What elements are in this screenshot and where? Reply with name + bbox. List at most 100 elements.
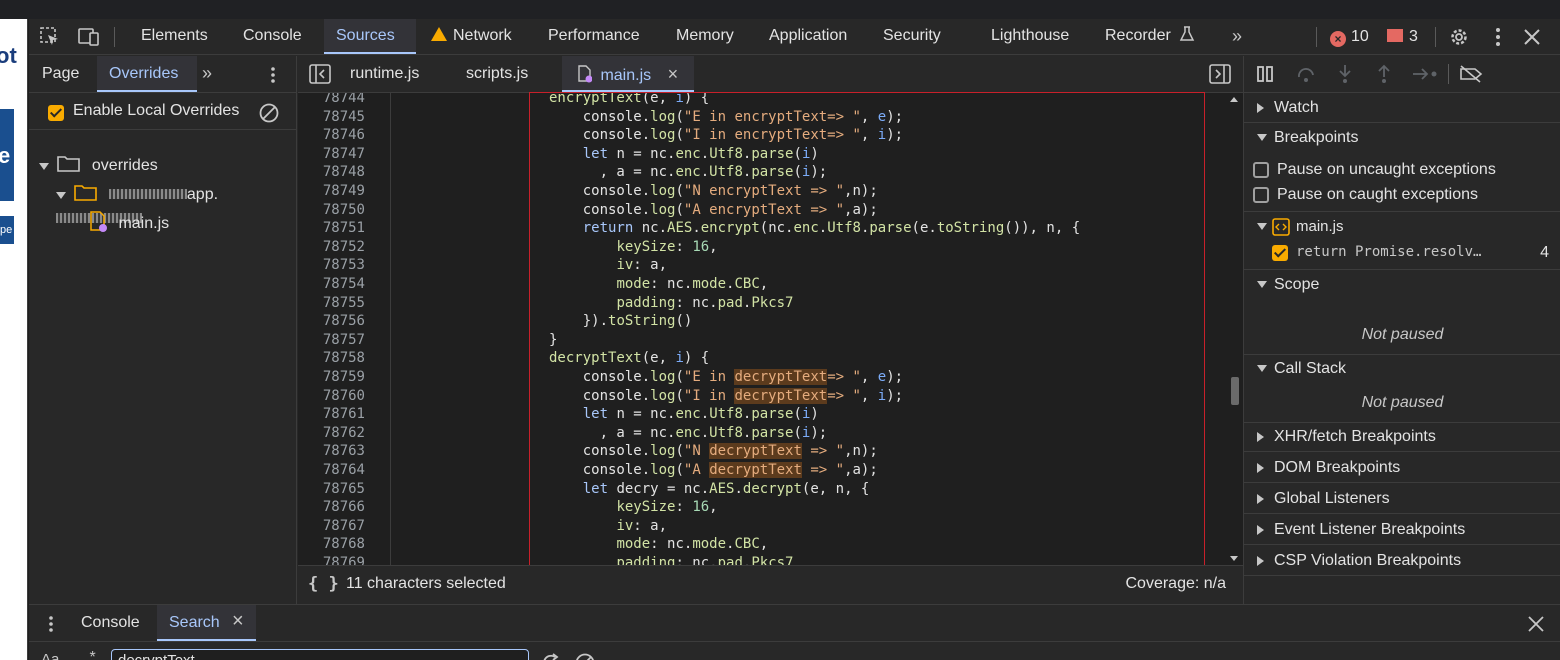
section-call-stack[interactable]: Call Stack (1244, 354, 1560, 384)
tab-page[interactable]: Page (30, 56, 91, 92)
line-number[interactable]: 78764 (298, 461, 365, 480)
line-number[interactable]: 78763 (298, 442, 365, 461)
device-toolbar-icon[interactable] (78, 26, 100, 48)
tab-lighthouse[interactable]: Lighthouse (979, 19, 1081, 54)
deactivate-breakpoints-icon[interactable] (1458, 64, 1484, 84)
line-number[interactable]: 78747 (298, 145, 365, 164)
navigator-menu-icon[interactable] (263, 65, 283, 85)
line-number[interactable]: 78765 (298, 480, 365, 499)
section-watch[interactable]: Watch (1244, 93, 1560, 123)
tab-application[interactable]: Application (757, 19, 859, 54)
match-case-toggle[interactable]: Aa (41, 651, 59, 660)
line-number[interactable]: 78745 (298, 108, 365, 127)
line-number[interactable]: 78748 (298, 163, 365, 182)
issues-counter[interactable]: 3 (1387, 19, 1418, 54)
toggle-debugger-icon[interactable] (1209, 64, 1231, 84)
line-number[interactable]: 78752 (298, 238, 365, 257)
line-number[interactable]: 78759 (298, 368, 365, 387)
step-out-icon[interactable] (1375, 64, 1393, 84)
drawer-tab-console[interactable]: Console (69, 605, 152, 641)
line-number[interactable]: 78768 (298, 535, 365, 554)
scroll-up-arrow-icon[interactable] (1230, 97, 1238, 102)
close-devtools-icon[interactable] (1521, 26, 1543, 48)
line-number[interactable]: 78758 (298, 349, 365, 368)
tab-elements[interactable]: Elements (129, 19, 220, 54)
tab-security[interactable]: Security (871, 19, 953, 54)
breakpoint-entry[interactable]: return Promise.resolv… 4 (1244, 240, 1560, 265)
breakpoint-file-row[interactable]: main.js (1244, 214, 1560, 239)
tree-item-overrides-folder[interactable]: overrides (39, 154, 158, 178)
section-breakpoints[interactable]: Breakpoints (1244, 123, 1560, 153)
tab-network[interactable]: Network (419, 19, 524, 54)
section-global-listeners[interactable]: Global Listeners (1244, 484, 1560, 514)
search-input[interactable]: decryptText (111, 649, 529, 660)
close-search-tab-icon[interactable]: × (232, 610, 244, 633)
close-drawer-icon[interactable] (1527, 615, 1545, 633)
more-tabs-chevron-icon[interactable]: » (1232, 19, 1242, 54)
step-into-icon[interactable] (1336, 64, 1354, 84)
kebab-menu-icon[interactable] (1487, 26, 1509, 48)
line-number[interactable]: 78766 (298, 498, 365, 517)
clear-overrides-icon[interactable] (258, 102, 280, 124)
expand-triangle-icon (1257, 223, 1267, 230)
tree-item-main-js[interactable]: main.js (89, 211, 169, 235)
section-event-label: Event Listener Breakpoints (1274, 521, 1466, 538)
line-number[interactable]: 78749 (298, 182, 365, 201)
tab-sources[interactable]: Sources (324, 19, 416, 54)
line-number[interactable]: 78746 (298, 126, 365, 145)
more-navigator-tabs-icon[interactable]: » (190, 56, 224, 92)
code-editor[interactable]: 78744 encryptText(e, i) {78745 console.lo… (298, 93, 1243, 565)
scroll-down-arrow-icon[interactable] (1230, 556, 1238, 561)
close-tab-icon[interactable]: × (668, 64, 679, 84)
scrollbar-thumb[interactable] (1231, 377, 1239, 405)
coverage-status[interactable]: Coverage: n/a (1125, 575, 1226, 593)
line-number[interactable]: 78767 (298, 517, 365, 536)
pause-icon[interactable] (1256, 65, 1276, 83)
editor-tab-runtime-js[interactable]: runtime.js (350, 56, 419, 92)
error-counter[interactable]: × 10 (1330, 19, 1369, 54)
step-icon[interactable] (1412, 66, 1440, 82)
line-number[interactable]: 78754 (298, 275, 365, 294)
tab-performance[interactable]: Performance (536, 19, 652, 54)
section-scope[interactable]: Scope (1244, 270, 1560, 300)
toggle-navigator-icon[interactable] (309, 64, 331, 84)
line-number[interactable]: 78750 (298, 201, 365, 220)
section-xhr-breakpoints[interactable]: XHR/fetch Breakpoints (1244, 422, 1560, 452)
step-over-icon[interactable] (1296, 65, 1316, 83)
tab-recorder[interactable]: Recorder (1093, 19, 1207, 54)
breakpoint-checkbox[interactable] (1272, 245, 1288, 261)
tab-memory[interactable]: Memory (664, 19, 746, 54)
line-number[interactable]: 78769 (298, 554, 365, 565)
section-dom-label: DOM Breakpoints (1274, 459, 1401, 476)
editor-tab-scripts-js[interactable]: scripts.js (466, 56, 528, 92)
section-global-label: Global Listeners (1274, 490, 1390, 507)
enable-overrides-checkbox[interactable] (48, 105, 64, 121)
editor-tab-main-js[interactable]: main.js × (562, 56, 695, 92)
tab-console[interactable]: Console (231, 19, 314, 54)
tab-overrides[interactable]: Overrides (97, 56, 197, 92)
pause-caught-checkbox[interactable] (1253, 187, 1269, 203)
line-number[interactable]: 78757 (298, 331, 365, 350)
pretty-print-icon[interactable]: { } (308, 574, 339, 594)
line-number[interactable]: 78751 (298, 219, 365, 238)
section-event-listener-breakpoints[interactable]: Event Listener Breakpoints (1244, 515, 1560, 545)
line-code: let decry = nc.AES.decrypt(e, n, { (582, 480, 870, 497)
section-csp-violation-breakpoints[interactable]: CSP Violation Breakpoints (1244, 546, 1560, 576)
section-dom-breakpoints[interactable]: DOM Breakpoints (1244, 453, 1560, 483)
line-number[interactable]: 78761 (298, 405, 365, 424)
tree-item-domain-folder[interactable]: app. (56, 183, 296, 223)
settings-gear-icon[interactable] (1448, 26, 1470, 48)
line-number[interactable]: 78744 (298, 93, 365, 108)
drawer-menu-icon[interactable] (41, 614, 61, 634)
line-number[interactable]: 78760 (298, 387, 365, 406)
line-number[interactable]: 78762 (298, 424, 365, 443)
pause-uncaught-checkbox[interactable] (1253, 162, 1269, 178)
inspect-element-icon[interactable] (39, 26, 61, 48)
refresh-search-icon[interactable] (540, 652, 562, 660)
line-number[interactable]: 78755 (298, 294, 365, 313)
line-number[interactable]: 78753 (298, 256, 365, 275)
line-number[interactable]: 78756 (298, 312, 365, 331)
editor-scrollbar[interactable] (1229, 97, 1241, 563)
clear-search-icon[interactable] (574, 652, 596, 660)
regex-toggle[interactable]: .* (85, 649, 96, 660)
